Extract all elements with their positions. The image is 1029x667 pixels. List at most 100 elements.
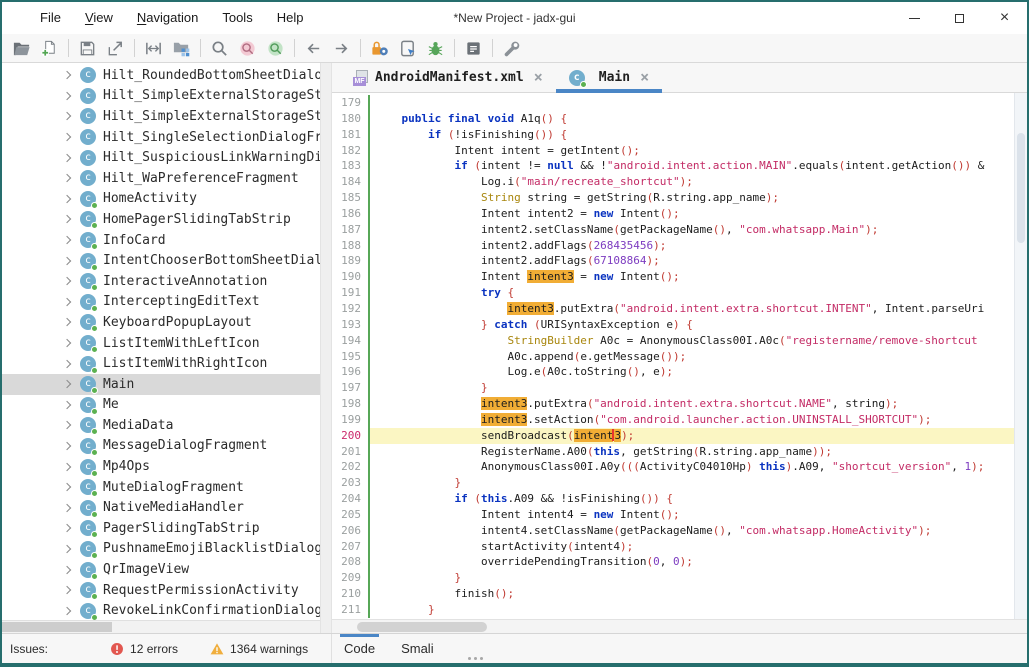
log-viewer-button[interactable] bbox=[460, 36, 487, 61]
code-line-211[interactable]: 211 } bbox=[332, 602, 1014, 618]
tree-item-HomeActivity[interactable]: cHomeActivity bbox=[2, 189, 320, 210]
chevron-right-icon[interactable] bbox=[63, 133, 71, 141]
editor-horizontal-scrollbar[interactable] bbox=[332, 619, 1027, 633]
tree-item-Hilt_SimpleExternalStorageSt[interactable]: cHilt_SimpleExternalStorageSt bbox=[2, 86, 320, 107]
code-line-183[interactable]: 183 if (intent != null && !"android.inte… bbox=[332, 158, 1014, 174]
chevron-right-icon[interactable] bbox=[63, 277, 71, 285]
code-editor[interactable]: 179180 public final void A1q() {181 if (… bbox=[332, 93, 1027, 619]
menu-tools[interactable]: Tools bbox=[210, 2, 264, 34]
tree-item-Hilt_RoundedBottomSheetDialo[interactable]: cHilt_RoundedBottomSheetDialo bbox=[2, 65, 320, 86]
chevron-right-icon[interactable] bbox=[63, 421, 71, 429]
code-line-194[interactable]: 194 StringBuilder A0c = AnonymousClass00… bbox=[332, 333, 1014, 349]
code-line-200[interactable]: 200 sendBroadcast(intent3); bbox=[332, 428, 1014, 444]
tree-item-IntentChooserBottomSheetDial[interactable]: cIntentChooserBottomSheetDial bbox=[2, 250, 320, 271]
tree-item-HomePagerSlidingTabStrip[interactable]: cHomePagerSlidingTabStrip bbox=[2, 209, 320, 230]
menu-navigation[interactable]: Navigation bbox=[125, 2, 210, 34]
class-tree-panel[interactable]: cHilt_RoundedBottomSheetDialocHilt_Simpl… bbox=[2, 63, 320, 633]
chevron-right-icon[interactable] bbox=[63, 174, 71, 182]
tree-item-MessageDialogFragment[interactable]: cMessageDialogFragment bbox=[2, 436, 320, 457]
code-line-180[interactable]: 180 public final void A1q() { bbox=[332, 111, 1014, 127]
tree-item-MediaData[interactable]: cMediaData bbox=[2, 415, 320, 436]
chevron-right-icon[interactable] bbox=[63, 545, 71, 553]
code-line-205[interactable]: 205 Intent intent4 = new Intent(); bbox=[332, 507, 1014, 523]
tree-item-MuteDialogFragment[interactable]: cMuteDialogFragment bbox=[2, 477, 320, 498]
debugger-button[interactable] bbox=[422, 36, 449, 61]
chevron-right-icon[interactable] bbox=[63, 256, 71, 264]
save-project-button[interactable] bbox=[74, 36, 101, 61]
chevron-right-icon[interactable] bbox=[63, 215, 71, 223]
nav-forward-button[interactable] bbox=[328, 36, 355, 61]
chevron-right-icon[interactable] bbox=[63, 504, 71, 512]
menu-view[interactable]: View bbox=[73, 2, 125, 34]
code-line-192[interactable]: 192 intent3.putExtra("android.intent.ext… bbox=[332, 301, 1014, 317]
tree-item-Hilt_WaPreferenceFragment[interactable]: cHilt_WaPreferenceFragment bbox=[2, 168, 320, 189]
fit-view-button[interactable] bbox=[140, 36, 167, 61]
tree-item-ListItemWithLeftIcon[interactable]: cListItemWithLeftIcon bbox=[2, 333, 320, 354]
chevron-right-icon[interactable] bbox=[63, 380, 71, 388]
chevron-right-icon[interactable] bbox=[63, 359, 71, 367]
splitter-grip-icon[interactable] bbox=[468, 657, 471, 660]
code-line-187[interactable]: 187 intent2.setClassName(getPackageName(… bbox=[332, 222, 1014, 238]
code-line-186[interactable]: 186 Intent intent2 = new Intent(); bbox=[332, 206, 1014, 222]
tree-item-Hilt_SingleSelectionDialogFr[interactable]: cHilt_SingleSelectionDialogFr bbox=[2, 127, 320, 148]
maximize-button[interactable] bbox=[937, 2, 982, 34]
deobfuscation-button[interactable] bbox=[366, 36, 393, 61]
tree-item-Hilt_SuspiciousLinkWarningDi[interactable]: cHilt_SuspiciousLinkWarningDi bbox=[2, 147, 320, 168]
code-line-196[interactable]: 196 Log.e(A0c.toString(), e); bbox=[332, 364, 1014, 380]
code-line-195[interactable]: 195 A0c.append(e.getMessage()); bbox=[332, 349, 1014, 365]
minimize-button[interactable] bbox=[892, 2, 937, 34]
code-line-203[interactable]: 203 } bbox=[332, 475, 1014, 491]
editor-tab-Main[interactable]: cMain× bbox=[556, 63, 662, 92]
tree-item-Hilt_SimpleExternalStorageSt[interactable]: cHilt_SimpleExternalStorageSt bbox=[2, 106, 320, 127]
code-line-182[interactable]: 182 Intent intent = getIntent(); bbox=[332, 143, 1014, 159]
code-line-193[interactable]: 193 } catch (URISyntaxException e) { bbox=[332, 317, 1014, 333]
chevron-right-icon[interactable] bbox=[63, 71, 71, 79]
code-line-202[interactable]: 202 AnonymousClass00I.A0y(((ActivityC040… bbox=[332, 459, 1014, 475]
device-button[interactable] bbox=[394, 36, 421, 61]
tree-item-RevokeLinkConfirmationDialog[interactable]: cRevokeLinkConfirmationDialog bbox=[2, 600, 320, 621]
code-line-179[interactable]: 179 bbox=[332, 95, 1014, 111]
code-line-210[interactable]: 210 finish(); bbox=[332, 586, 1014, 602]
chevron-right-icon[interactable] bbox=[63, 339, 71, 347]
chevron-right-icon[interactable] bbox=[63, 195, 71, 203]
chevron-right-icon[interactable] bbox=[63, 586, 71, 594]
chevron-right-icon[interactable] bbox=[63, 112, 71, 120]
tree-item-ListItemWithRightIcon[interactable]: cListItemWithRightIcon bbox=[2, 353, 320, 374]
code-line-208[interactable]: 208 overridePendingTransition(0, 0); bbox=[332, 554, 1014, 570]
bottom-tab-code[interactable]: Code bbox=[344, 634, 375, 663]
chevron-right-icon[interactable] bbox=[63, 483, 71, 491]
nav-back-button[interactable] bbox=[300, 36, 327, 61]
chevron-right-icon[interactable] bbox=[63, 524, 71, 532]
horizontal-scrollbar-thumb[interactable] bbox=[357, 622, 487, 632]
close-button[interactable]: × bbox=[982, 2, 1027, 34]
close-tab-icon[interactable]: × bbox=[640, 70, 649, 85]
search-text-button[interactable] bbox=[234, 36, 261, 61]
code-line-201[interactable]: 201 RegisterName.A00(this, getString(R.s… bbox=[332, 444, 1014, 460]
chevron-right-icon[interactable] bbox=[63, 153, 71, 161]
tree-item-PushnameEmojiBlacklistDialog[interactable]: cPushnameEmojiBlacklistDialog bbox=[2, 539, 320, 560]
chevron-right-icon[interactable] bbox=[63, 442, 71, 450]
code-line-206[interactable]: 206 intent4.setClassName(getPackageName(… bbox=[332, 523, 1014, 539]
chevron-right-icon[interactable] bbox=[63, 298, 71, 306]
tree-item-InfoCard[interactable]: cInfoCard bbox=[2, 230, 320, 251]
vertical-scrollbar-thumb[interactable] bbox=[1017, 133, 1025, 243]
code-line-197[interactable]: 197 } bbox=[332, 380, 1014, 396]
panel-splitter[interactable] bbox=[320, 63, 332, 633]
flatten-packages-button[interactable] bbox=[168, 36, 195, 61]
editor-vertical-scrollbar[interactable] bbox=[1014, 93, 1027, 619]
search-button[interactable] bbox=[206, 36, 233, 61]
tree-item-Me[interactable]: cMe bbox=[2, 395, 320, 416]
code-line-199[interactable]: 199 intent3.setAction("com.android.launc… bbox=[332, 412, 1014, 428]
code-line-181[interactable]: 181 if (!isFinishing()) { bbox=[332, 127, 1014, 143]
code-line-198[interactable]: 198 intent3.putExtra("android.intent.ext… bbox=[332, 396, 1014, 412]
tree-item-PagerSlidingTabStrip[interactable]: cPagerSlidingTabStrip bbox=[2, 518, 320, 539]
tree-scrollbar-thumb[interactable] bbox=[2, 622, 112, 632]
tree-item-NativeMediaHandler[interactable]: cNativeMediaHandler bbox=[2, 497, 320, 518]
chevron-right-icon[interactable] bbox=[63, 236, 71, 244]
add-files-button[interactable] bbox=[36, 36, 63, 61]
tree-item-QrImageView[interactable]: cQrImageView bbox=[2, 559, 320, 580]
bottom-tab-smali[interactable]: Smali bbox=[401, 634, 434, 663]
tree-horizontal-scrollbar[interactable] bbox=[2, 620, 320, 633]
chevron-right-icon[interactable] bbox=[63, 606, 71, 614]
tree-item-RequestPermissionActivity[interactable]: cRequestPermissionActivity bbox=[2, 580, 320, 601]
